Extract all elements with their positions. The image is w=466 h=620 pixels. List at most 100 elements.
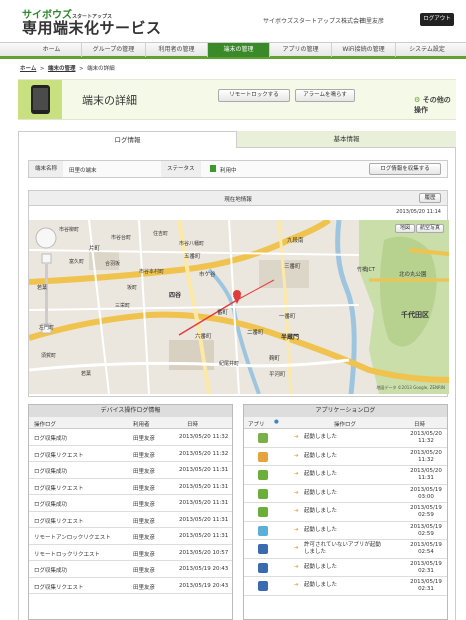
gear-icon: ⚙ bbox=[414, 96, 421, 104]
launch-arrow-icon: ➔ bbox=[294, 545, 299, 551]
history-button[interactable]: 履歴 bbox=[419, 193, 441, 203]
breadcrumb-current: 端末の詳細 bbox=[87, 66, 115, 72]
col-operation: 操作ログ bbox=[34, 422, 57, 428]
table-row: ログ収集成功 田里友彦 2013/05/19 20:43 bbox=[29, 561, 232, 578]
device-log-header: 操作ログ 利用者 日時 bbox=[29, 417, 232, 429]
user-cell: 田里友彦 bbox=[133, 436, 156, 442]
tab-bar: ログ情報 基本情報 bbox=[18, 131, 456, 148]
operation-cell: ログ収集リクエスト bbox=[34, 452, 84, 459]
launch-arrow-icon: ➔ bbox=[294, 452, 299, 459]
operation-cell: 起動しました bbox=[304, 508, 338, 514]
nav-item-users[interactable]: 利用者の管理 bbox=[146, 43, 208, 57]
location-timestamp: 2013/05/20 11:14 bbox=[396, 209, 441, 215]
user-cell: 田里友彦 bbox=[133, 518, 156, 525]
launch-arrow-icon: ➔ bbox=[294, 582, 299, 588]
table-row: ➔ 起動しました 2013/05/20 11:32 bbox=[244, 429, 447, 448]
device-icon-area bbox=[18, 80, 62, 119]
nav-item-home[interactable]: ホーム bbox=[22, 43, 82, 57]
tab-log-info[interactable]: ログ情報 bbox=[18, 131, 237, 148]
location-panel: 現在地情報 履歴 2013/05/20 11:14 市谷柳町 市谷台町 住吉町 … bbox=[28, 190, 449, 397]
operation-cell: ログ収集成功 bbox=[34, 469, 68, 475]
tab-basic-info[interactable]: 基本情報 bbox=[237, 131, 456, 148]
datetime-cell: 2013/05/19 02:59 bbox=[410, 523, 442, 537]
operation-cell: ログ収集リクエスト bbox=[34, 518, 84, 525]
map-credit: 地図データ ©2013 Google, ZENRIN bbox=[376, 385, 445, 390]
operation-cell: 起動しました bbox=[304, 526, 338, 533]
table-row: ログ収集リクエスト 田里友彦 2013/05/20 11:32 bbox=[29, 446, 232, 462]
operation-cell: 起動しました bbox=[304, 489, 338, 496]
col-datetime: 日時 bbox=[187, 422, 199, 428]
map-label: 合羽坂 bbox=[105, 261, 121, 267]
datetime-cell: 2013/05/20 11:32 bbox=[410, 431, 442, 444]
launch-arrow-icon: ➔ bbox=[294, 471, 299, 477]
site-header: サイボウズスタートアップス 専用端末化サービス サイボウズスタートアップス株式会… bbox=[0, 0, 466, 42]
map-label: 紀尾井町 bbox=[219, 361, 240, 367]
map-label: 四谷 bbox=[169, 292, 182, 299]
datetime-cell: 2013/05/19 20:43 bbox=[179, 582, 229, 589]
col-user: 利用者 bbox=[133, 422, 150, 428]
app-icon bbox=[258, 470, 268, 480]
operation-cell: ログ収集リクエスト bbox=[34, 485, 84, 492]
table-row: ➔ 起動しました 2013/05/20 11:32 bbox=[244, 448, 447, 466]
map-type-map-button[interactable]: 地図 bbox=[395, 224, 415, 233]
nav-item-system[interactable]: システム設定 bbox=[396, 43, 458, 57]
breadcrumb-devices[interactable]: 端末の管理 bbox=[48, 66, 76, 72]
col-operation: 操作ログ bbox=[334, 422, 357, 428]
operation-cell: リモートロックリクエスト bbox=[34, 551, 101, 558]
launch-arrow-icon: ➔ bbox=[294, 526, 299, 533]
user-cell: 田里友彦 bbox=[133, 502, 156, 508]
datetime-cell: 2013/05/20 11:31 bbox=[179, 500, 229, 506]
device-name-label: 端末名称 bbox=[29, 161, 64, 177]
launch-arrow-icon: ➔ bbox=[294, 489, 299, 496]
datetime-cell: 2013/05/19 03:00 bbox=[410, 486, 442, 500]
help-icon[interactable]: ● bbox=[274, 419, 279, 425]
map-label: 住吉町 bbox=[153, 231, 169, 237]
table-row: ➔ 起動しました 2013/05/19 02:59 bbox=[244, 522, 447, 540]
logout-button[interactable]: ログアウト bbox=[420, 13, 454, 26]
datetime-cell: 2013/05/19 02:54 bbox=[410, 542, 442, 555]
map[interactable]: 市谷柳町 市谷台町 住吉町 市谷八幡町 九段南 片町 富久町 合羽坂 五番町 市… bbox=[29, 220, 449, 394]
operation-cell: ログ収集成功 bbox=[34, 502, 68, 508]
app-icon bbox=[258, 581, 268, 591]
breadcrumb-home[interactable]: ホーム bbox=[20, 66, 36, 72]
remote-lock-button[interactable]: リモートロックする bbox=[218, 89, 290, 102]
map-type-satellite-button[interactable]: 航空写真 bbox=[416, 224, 444, 233]
status-value: 利用中 bbox=[220, 168, 237, 174]
operation-cell: 起動しました bbox=[304, 471, 338, 477]
nav-item-groups[interactable]: グループの管理 bbox=[82, 43, 146, 57]
table-row: ➔ 起動しました 2013/05/19 03:00 bbox=[244, 485, 447, 503]
user-name: 田里友彦 bbox=[360, 18, 385, 25]
app-log-header: アプリ ● 操作ログ 日時 bbox=[244, 417, 447, 429]
breadcrumb: ホーム > 端末の管理 > 端末の詳細 bbox=[20, 64, 115, 72]
location-title: 現在地情報 bbox=[224, 197, 252, 203]
launch-arrow-icon: ➔ bbox=[294, 563, 299, 570]
map-label: 番町 bbox=[217, 310, 229, 316]
nav-item-apps[interactable]: アプリの管理 bbox=[270, 43, 332, 57]
table-row: ログ収集成功 田里友彦 2013/05/20 11:31 bbox=[29, 462, 232, 479]
table-row: ➔ 許可されていないアプリが起動しました 2013/05/19 02:54 bbox=[244, 540, 447, 559]
nav-item-wifi[interactable]: WiFi接続の管理 bbox=[332, 43, 396, 57]
alarm-button[interactable]: アラームを鳴らす bbox=[295, 89, 355, 102]
datetime-cell: 2013/05/20 11:32 bbox=[179, 450, 229, 457]
datetime-cell: 2013/05/20 10:57 bbox=[179, 549, 229, 556]
map-label: 半蔵門 bbox=[281, 334, 300, 341]
phone-icon bbox=[31, 85, 50, 114]
operation-cell: ログ収集成功 bbox=[34, 568, 68, 574]
table-row: ログ収集リクエスト 田里友彦 2013/05/19 20:43 bbox=[29, 578, 232, 594]
nav-item-devices[interactable]: 端末の管理 bbox=[208, 43, 270, 57]
other-operations-menu[interactable]: ⚙ その他の操作 bbox=[414, 95, 456, 115]
table-row: ログ収集成功 田里友彦 2013/05/20 11:31 bbox=[29, 495, 232, 512]
map-label: 五番町 bbox=[184, 254, 201, 260]
app-icon bbox=[258, 507, 268, 517]
page-title: 端末の詳細 bbox=[82, 94, 137, 107]
map-label: 三栄町 bbox=[115, 303, 131, 309]
datetime-cell: 2013/05/20 11:31 bbox=[179, 483, 229, 490]
map-label: 六番町 bbox=[195, 334, 212, 340]
map-label: 富久町 bbox=[69, 259, 85, 265]
map-label: 麹町 bbox=[269, 356, 281, 362]
user-cell: 田里友彦 bbox=[133, 485, 156, 492]
app-icon bbox=[258, 451, 268, 462]
map-label: 市ケ谷 bbox=[199, 272, 216, 278]
collect-logs-button[interactable]: ログ情報を収集する bbox=[369, 163, 441, 175]
operation-cell: ログ収集リクエスト bbox=[34, 584, 84, 591]
